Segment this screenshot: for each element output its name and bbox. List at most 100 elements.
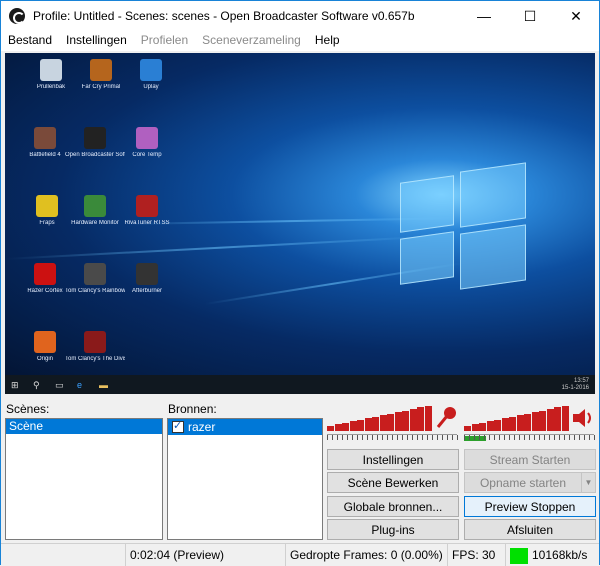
status-dropped-frames: Gedropte Frames: 0 (0.00%) <box>285 544 445 566</box>
speaker-icon[interactable] <box>571 406 595 430</box>
meter-tick <box>437 435 438 440</box>
volume-bar <box>501 418 509 431</box>
meter-tick <box>382 435 383 440</box>
chevron-down-icon[interactable]: ▼ <box>581 473 595 492</box>
sources-label: Bronnen: <box>168 402 217 416</box>
meter-tick <box>544 435 545 440</box>
status-bar: 0:02:04 (Preview) Gedropte Frames: 0 (0.… <box>1 543 599 566</box>
meter-tick <box>347 435 348 440</box>
scene-item[interactable]: Scène <box>6 419 162 434</box>
shortcut-icon <box>136 195 158 217</box>
microphone-icon[interactable] <box>433 405 459 431</box>
volume-bar <box>364 418 372 431</box>
obs-window: Profile: Untitled - Scenes: scenes - Ope… <box>0 0 600 566</box>
meter-tick <box>432 435 433 440</box>
minimize-button[interactable]: — <box>461 1 507 31</box>
record-start-button[interactable]: Opname starten ▼ <box>464 472 596 493</box>
file-explorer-icon[interactable]: ▬ <box>99 380 108 390</box>
shortcut-icon <box>36 195 58 217</box>
system-tray-clock[interactable]: 13:57 15-1-2016 <box>562 378 589 392</box>
obs-logo-icon <box>9 8 25 24</box>
menu-sceneverzameling[interactable]: Sceneverzameling <box>195 31 308 51</box>
menu-bestand[interactable]: Bestand <box>1 31 59 51</box>
shortcut-icon <box>140 59 162 81</box>
desktop-shortcut[interactable]: Uplay <box>121 59 181 91</box>
title-bar[interactable]: Profile: Untitled - Scenes: scenes - Ope… <box>1 1 599 31</box>
desktop-volume-slider[interactable] <box>464 405 569 431</box>
desktop-shortcut[interactable]: RivaTuner RTSS <box>117 195 177 227</box>
shortcut-label: Tom Clancy's Rainbow Six Siege <box>65 288 125 294</box>
meter-tick <box>372 435 373 440</box>
status-fps: FPS: 30 <box>447 544 503 566</box>
desktop-shortcut[interactable]: Afterburner <box>117 263 177 295</box>
volume-bar <box>349 421 357 431</box>
volume-bar <box>509 416 516 431</box>
desktop-shortcut[interactable]: Hardware Monitor <box>65 195 125 227</box>
windows-logo <box>400 161 528 291</box>
meter-tick <box>589 435 590 440</box>
menu-bar: Bestand Instellingen Profielen Sceneverz… <box>1 31 599 51</box>
menu-instellingen[interactable]: Instellingen <box>59 31 134 51</box>
volume-bar <box>561 405 569 431</box>
meter-tick <box>584 435 585 440</box>
meter-tick <box>529 435 530 440</box>
scenes-label: Scènes: <box>6 402 50 416</box>
volume-bar <box>546 408 554 431</box>
meter-tick <box>337 435 338 440</box>
maximize-button[interactable]: ☐ <box>507 1 553 31</box>
tray-time: 13:57 <box>573 378 589 384</box>
source-visible-checkbox[interactable] <box>172 419 184 433</box>
close-button[interactable]: ✕ <box>553 1 599 31</box>
volume-bar <box>424 405 432 431</box>
meter-tick <box>332 435 333 440</box>
volume-bar <box>464 426 471 431</box>
desktop-shortcut[interactable]: Core Temp <box>117 127 177 159</box>
desktop-shortcut[interactable]: Tom Clancy's The Division <box>65 331 125 363</box>
meter-tick <box>514 435 515 440</box>
meter-tick <box>457 435 458 440</box>
meter-tick <box>499 435 500 440</box>
edge-icon[interactable]: e <box>77 380 82 390</box>
meter-tick <box>352 435 353 440</box>
meter-tick <box>397 435 398 440</box>
plugins-button[interactable]: Plug-ins <box>327 519 459 540</box>
meter-tick <box>489 435 490 440</box>
settings-button[interactable]: Instellingen <box>327 449 459 470</box>
menu-help[interactable]: Help <box>308 31 347 51</box>
preview-canvas[interactable]: Prullenbak Far Cry Primal Uplay Battlefield… <box>5 53 595 394</box>
task-view-icon[interactable]: ▭ <box>55 380 64 391</box>
meter-tick <box>564 435 565 440</box>
volume-bar <box>327 426 334 431</box>
scenes-list[interactable]: Scène <box>5 418 163 540</box>
bitrate-value: 10168kb/s <box>532 548 588 562</box>
shortcut-icon <box>136 263 158 285</box>
desktop-level-meter <box>464 434 595 446</box>
meter-tick <box>412 435 413 440</box>
start-icon[interactable]: ⊞ <box>11 380 19 391</box>
meter-tick <box>417 435 418 440</box>
desktop-shortcut[interactable]: Tom Clancy's Rainbow Six Siege <box>65 263 125 295</box>
volume-bar <box>372 416 379 431</box>
volume-bar <box>334 424 342 431</box>
meter-tick <box>402 435 403 440</box>
stream-start-button[interactable]: Stream Starten <box>464 449 596 470</box>
desktop-shortcut[interactable]: Open Broadcaster Software <box>65 127 125 159</box>
shortcut-icon <box>40 59 62 81</box>
volume-bar <box>554 407 561 431</box>
source-item[interactable]: razer <box>168 419 322 435</box>
meter-tick <box>484 435 485 440</box>
volume-bar <box>479 422 486 431</box>
meter-tick <box>479 435 480 440</box>
meter-tick <box>504 435 505 440</box>
source-name: razer <box>188 420 216 434</box>
microphone-volume-slider[interactable] <box>327 405 432 431</box>
preview-stop-button[interactable]: Preview Stoppen <box>464 496 596 517</box>
global-sources-button[interactable]: Globale bronnen... <box>327 496 459 517</box>
sources-list[interactable]: razer <box>167 418 323 540</box>
menu-profielen[interactable]: Profielen <box>134 31 195 51</box>
search-icon[interactable]: ⚲ <box>33 380 40 391</box>
meter-tick <box>357 435 358 440</box>
edit-scene-button[interactable]: Scène Bewerken <box>327 472 459 493</box>
exit-button[interactable]: Afsluiten <box>464 519 596 540</box>
meter-tick <box>407 435 408 440</box>
